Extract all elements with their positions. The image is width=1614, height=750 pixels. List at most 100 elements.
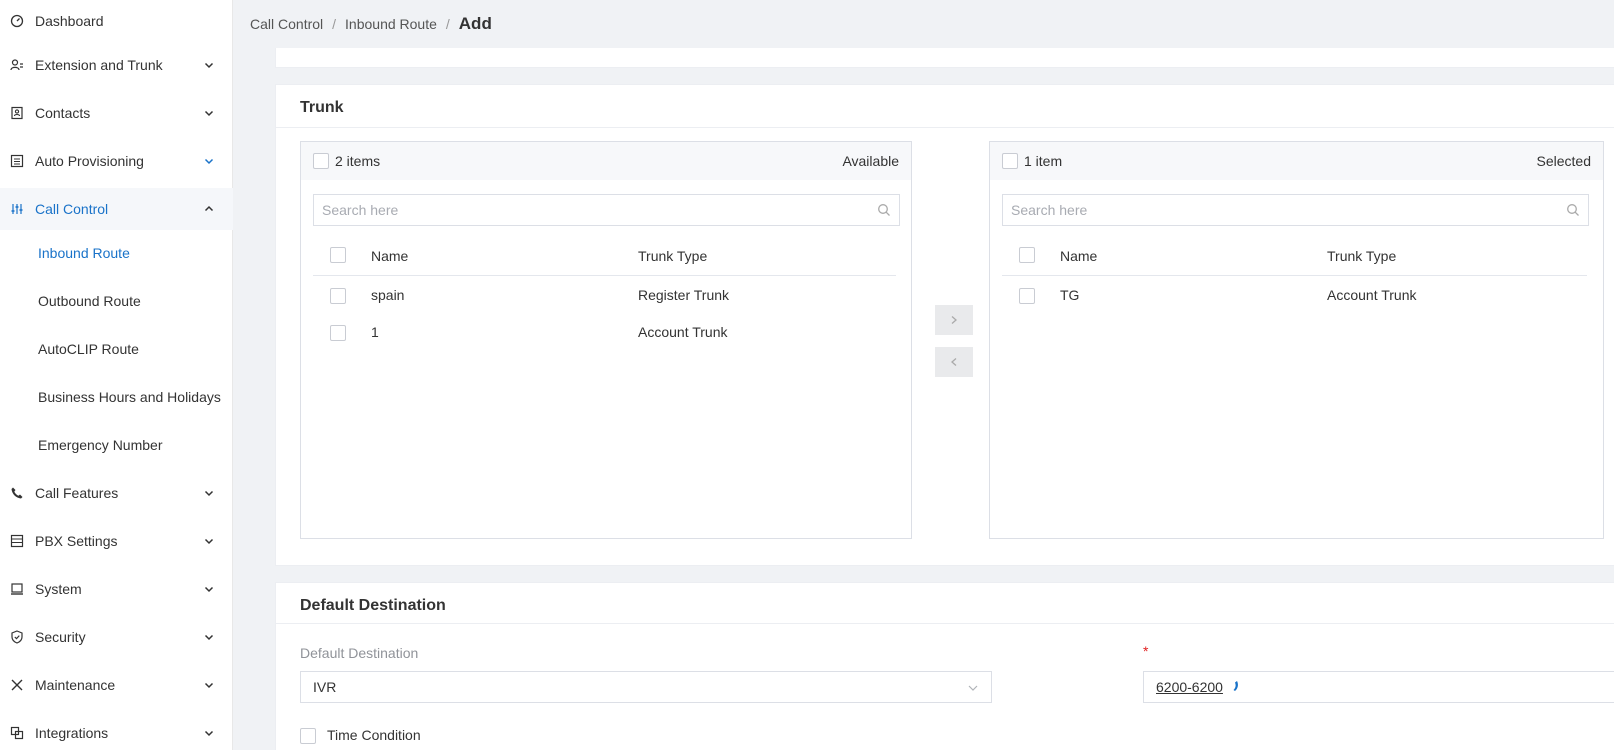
- sidebar-item-dashboard[interactable]: Dashboard: [0, 0, 233, 42]
- extension-value: 6200-6200: [1156, 679, 1223, 695]
- time-condition-label: Time Condition: [327, 727, 421, 743]
- available-trunk-panel: 2 items Available Name Trunk Type spain …: [300, 141, 912, 539]
- select-all-checkbox[interactable]: [1002, 153, 1018, 169]
- search-input[interactable]: [314, 195, 899, 225]
- section-divider: [276, 623, 1614, 624]
- time-condition-checkbox[interactable]: [300, 728, 316, 744]
- chevron-down-icon: [203, 107, 215, 119]
- row-checkbox[interactable]: [1019, 288, 1035, 304]
- panel-label: Selected: [1536, 153, 1591, 169]
- sidebar-item-system[interactable]: System: [0, 568, 233, 610]
- move-left-button[interactable]: [935, 347, 973, 377]
- page-title: Add: [458, 14, 492, 33]
- search-box: [1002, 194, 1589, 226]
- chevron-right-icon: [951, 316, 957, 324]
- sidebar-item-call-features[interactable]: Call Features: [0, 472, 233, 514]
- phone-icon: [9, 485, 25, 501]
- item-count: 2 items: [335, 153, 381, 169]
- chevron-down-icon: [203, 631, 215, 643]
- sidebar-item-security[interactable]: Security: [0, 616, 233, 658]
- sidebar-subitem-emergency-number[interactable]: Emergency Number: [0, 424, 233, 466]
- sidebar-subitem-label: Outbound Route: [38, 293, 141, 309]
- column-header-trunk-type: Trunk Type: [638, 248, 708, 264]
- column-header-name: Name: [371, 248, 409, 264]
- chevron-left-icon: [951, 358, 957, 366]
- column-header-name: Name: [1060, 248, 1098, 264]
- chevron-down-icon: [203, 583, 215, 595]
- chevron-down-icon: [203, 155, 215, 167]
- trunk-section: Trunk 2 items Available Name Trunk Type …: [275, 84, 1614, 566]
- sidebar: Dashboard Extension and Trunk Contacts A…: [0, 0, 233, 750]
- breadcrumb-call-control[interactable]: Call Control: [250, 16, 323, 32]
- chevron-down-icon: [203, 59, 215, 71]
- sidebar-item-call-control[interactable]: Call Control: [0, 188, 233, 230]
- sidebar-item-label: Contacts: [35, 105, 91, 121]
- monitor-icon: [9, 581, 25, 597]
- move-right-button[interactable]: [935, 305, 973, 335]
- integrations-icon: [9, 725, 25, 741]
- sidebar-subitem-label: Business Hours and Holidays: [38, 389, 221, 405]
- tools-icon: [9, 677, 25, 693]
- search-input[interactable]: [1003, 195, 1588, 225]
- search-icon: [1567, 204, 1579, 216]
- chevron-up-icon: [203, 203, 215, 215]
- list-header-checkbox[interactable]: [1019, 247, 1035, 263]
- list-divider: [1002, 275, 1587, 276]
- section-divider: [276, 127, 1614, 128]
- sidebar-item-label: Maintenance: [35, 677, 116, 693]
- section-title: Trunk: [300, 99, 344, 116]
- destination-extension-select[interactable]: 6200-6200: [1143, 671, 1614, 703]
- chevron-down-icon: [203, 727, 215, 739]
- panel-header: 2 items Available: [301, 142, 911, 180]
- sidebar-item-label: Extension and Trunk: [35, 57, 163, 73]
- required-mark: *: [1143, 643, 1149, 659]
- trunk-type: Account Trunk: [638, 324, 728, 340]
- column-header-trunk-type: Trunk Type: [1327, 248, 1397, 264]
- sidebar-subitem-label: Emergency Number: [38, 437, 163, 453]
- sidebar-item-extension-and-trunk[interactable]: Extension and Trunk: [0, 44, 233, 86]
- breadcrumb-separator: /: [332, 16, 337, 32]
- row-checkbox[interactable]: [330, 288, 346, 304]
- trunk-name: TG: [1060, 287, 1080, 303]
- sidebar-item-pbx-settings[interactable]: PBX Settings: [0, 520, 233, 562]
- breadcrumb-inbound-route[interactable]: Inbound Route: [345, 16, 437, 32]
- trunk-name: spain: [371, 287, 405, 303]
- sidebar-item-label: Auto Provisioning: [35, 153, 144, 169]
- trunk-type: Account Trunk: [1327, 287, 1417, 303]
- chevron-down-icon: [203, 487, 215, 499]
- shield-icon: [9, 629, 25, 645]
- list-item[interactable]: 1 Account Trunk: [301, 315, 911, 351]
- chevron-down-icon: [203, 679, 215, 691]
- sidebar-subitem-outbound-route[interactable]: Outbound Route: [0, 280, 233, 322]
- sidebar-item-label: Dashboard: [35, 13, 104, 29]
- previous-section-card: [275, 48, 1614, 68]
- user-list-icon: [9, 57, 25, 73]
- sidebar-item-label: PBX Settings: [35, 533, 118, 549]
- chevron-down-icon: [203, 535, 215, 547]
- select-value: IVR: [313, 679, 337, 695]
- list-header-checkbox[interactable]: [330, 247, 346, 263]
- sidebar-subitem-autoclip-route[interactable]: AutoCLIP Route: [0, 328, 233, 370]
- row-checkbox[interactable]: [330, 325, 346, 341]
- sidebar-subitem-label: Inbound Route: [38, 245, 130, 261]
- item-count: 1 item: [1024, 153, 1063, 169]
- sidebar-item-contacts[interactable]: Contacts: [0, 92, 233, 134]
- sidebar-item-maintenance[interactable]: Maintenance: [0, 664, 233, 706]
- dashboard-icon: [9, 13, 25, 29]
- list-item[interactable]: TG Account Trunk: [990, 278, 1603, 314]
- select-all-checkbox[interactable]: [313, 153, 329, 169]
- default-destination-select[interactable]: IVR: [300, 671, 992, 703]
- sidebar-item-label: Call Features: [35, 485, 119, 501]
- sidebar-item-auto-provisioning[interactable]: Auto Provisioning: [0, 140, 233, 182]
- sidebar-item-label: Integrations: [35, 725, 109, 741]
- sidebar-item-integrations[interactable]: Integrations: [0, 712, 233, 750]
- trunk-type: Register Trunk: [638, 287, 730, 303]
- list-item[interactable]: spain Register Trunk: [301, 278, 911, 314]
- sliders-icon: [9, 201, 25, 217]
- default-destination-section: Default Destination Default Destination …: [275, 582, 1614, 750]
- sidebar-item-label: System: [35, 581, 82, 597]
- sidebar-subitem-inbound-route[interactable]: Inbound Route: [0, 232, 233, 274]
- sidebar-subitem-business-hours[interactable]: Business Hours and Holidays: [0, 376, 233, 418]
- phone-icon: [1233, 681, 1238, 691]
- contacts-icon: [9, 105, 25, 121]
